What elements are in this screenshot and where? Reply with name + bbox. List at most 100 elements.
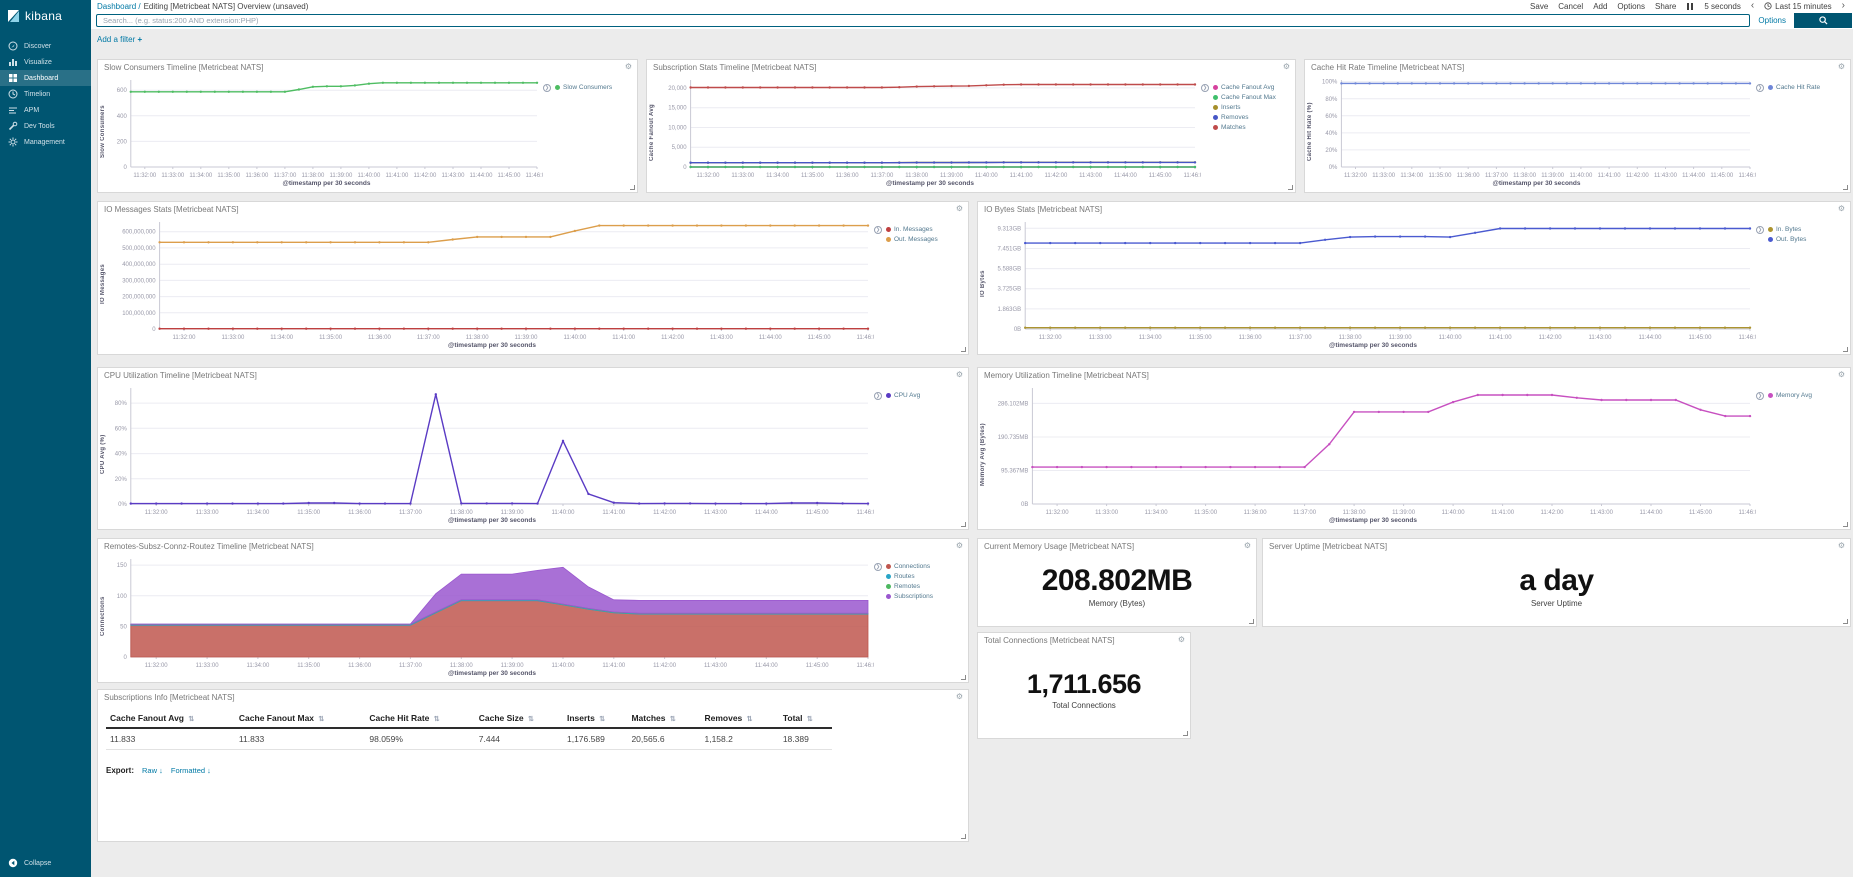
chart-plot-area[interactable]: 0%20%40%60%80%11:32:0011:33:0011:34:0011… (110, 382, 874, 517)
save-button[interactable]: Save (1530, 2, 1548, 11)
sidebar-item-dev-tools[interactable]: Dev Tools (0, 118, 91, 134)
table-column-header[interactable]: Total ⇅ (779, 709, 832, 728)
panel-gear-icon[interactable]: ⚙ (1178, 636, 1185, 644)
sidebar-item-apm[interactable]: APM (0, 102, 91, 118)
panel-gear-icon[interactable]: ⚙ (956, 542, 963, 550)
search-input[interactable] (96, 14, 1750, 27)
sidebar-collapse-button[interactable]: Collapse (0, 855, 91, 871)
panel-gear-icon[interactable]: ⚙ (1838, 63, 1845, 71)
kibana-logo[interactable]: kibana (0, 0, 91, 32)
legend-item[interactable]: Matches (1213, 124, 1276, 131)
sidebar-item-discover[interactable]: Discover (0, 38, 91, 54)
legend-toggle-icon[interactable]: ❯ (874, 226, 882, 234)
sidebar-item-timelion[interactable]: Timelion (0, 86, 91, 102)
legend-toggle-icon[interactable]: ❯ (543, 84, 551, 92)
legend-item[interactable]: Connections (886, 563, 933, 570)
chart-plot-area[interactable]: 0100,000,000200,000,000300,000,000400,00… (110, 216, 874, 342)
table-column-header[interactable]: Removes ⇅ (700, 709, 778, 728)
svg-text:11:42:00: 11:42:00 (1539, 335, 1563, 341)
legend-toggle-icon[interactable]: ❯ (874, 392, 882, 400)
panel-gear-icon[interactable]: ⚙ (1283, 63, 1290, 71)
chart-plot-area[interactable]: 020040060011:32:0011:33:0011:34:0011:35:… (110, 74, 543, 180)
legend-toggle-icon[interactable]: ❯ (1756, 226, 1764, 234)
legend-item[interactable]: Routes (886, 573, 933, 580)
legend-item[interactable]: Remotes (886, 583, 933, 590)
add-filter-button[interactable]: Add a filter + (97, 35, 142, 44)
legend-item[interactable]: Memory Avg (1768, 392, 1812, 399)
panel-gear-icon[interactable]: ⚙ (956, 693, 963, 701)
share-button[interactable]: Share (1655, 2, 1676, 11)
resize-handle[interactable] (961, 522, 966, 527)
legend-item[interactable]: In. Messages (886, 226, 938, 233)
options-button[interactable]: Options (1617, 2, 1645, 11)
panel-gear-icon[interactable]: ⚙ (1838, 371, 1845, 379)
panel-gear-icon[interactable]: ⚙ (1838, 542, 1845, 550)
resize-handle[interactable] (961, 347, 966, 352)
legend-toggle-icon[interactable]: ❯ (874, 563, 882, 571)
legend-label: Subscriptions (894, 593, 933, 600)
breadcrumb-dashboard-link[interactable]: Dashboard / (97, 2, 141, 11)
chart-plot-area[interactable]: 05010015011:32:0011:33:0011:34:0011:35:0… (110, 553, 874, 670)
pause-refresh-icon[interactable] (1686, 3, 1694, 10)
chart-plot-area[interactable]: 0%20%40%60%80%100%11:32:0011:33:0011:34:… (1317, 74, 1756, 180)
chart-plot-area[interactable]: 0B95.367MB190.735MB286.102MB11:32:0011:3… (990, 382, 1756, 517)
resize-handle[interactable] (1249, 619, 1254, 624)
svg-text:11:45:00: 11:45:00 (808, 335, 832, 341)
resize-handle[interactable] (1183, 731, 1188, 736)
panel-gear-icon[interactable]: ⚙ (956, 205, 963, 213)
table-column-header[interactable]: Cache Fanout Max ⇅ (235, 709, 365, 728)
legend-toggle-icon[interactable]: ❯ (1756, 84, 1764, 92)
panel-gear-icon[interactable]: ⚙ (1244, 542, 1251, 550)
legend-item[interactable]: Cache Fanout Max (1213, 94, 1276, 101)
dashboard-grid: Slow Consumers Timeline [Metricbeat NATS… (91, 49, 1853, 877)
export-raw-link[interactable]: Raw ↓ (142, 766, 163, 775)
panel-title: Subscriptions Info [Metricbeat NATS] (104, 693, 235, 702)
sidebar-item-dashboard[interactable]: Dashboard (0, 70, 91, 86)
chart-plot-area[interactable]: 0B1.863GB3.725GB5.588GB7.451GB9.313GB11:… (990, 216, 1756, 342)
search-button[interactable] (1794, 13, 1852, 28)
svg-text:11:32:00: 11:32:00 (173, 335, 197, 341)
legend-toggle-icon[interactable]: ❯ (1201, 84, 1209, 92)
legend-item[interactable]: Removes (1213, 114, 1276, 121)
time-range-picker[interactable]: Last 15 minutes (1764, 2, 1831, 11)
legend-toggle-icon[interactable]: ❯ (1756, 392, 1764, 400)
memory-usage-value: 208.802MB (1042, 564, 1193, 598)
legend-item[interactable]: Cache Hit Rate (1768, 84, 1820, 91)
add-button[interactable]: Add (1593, 2, 1607, 11)
legend-item[interactable]: CPU Avg (886, 392, 920, 399)
table-column-header[interactable]: Matches ⇅ (627, 709, 700, 728)
resize-handle[interactable] (1288, 185, 1293, 190)
sidebar-item-visualize[interactable]: Visualize (0, 54, 91, 70)
resize-handle[interactable] (961, 675, 966, 680)
resize-handle[interactable] (1843, 347, 1848, 352)
legend-color-dot (1213, 95, 1218, 100)
resize-handle[interactable] (1843, 619, 1848, 624)
export-formatted-link[interactable]: Formatted ↓ (171, 766, 211, 775)
table-column-header[interactable]: Cache Hit Rate ⇅ (365, 709, 474, 728)
legend-item[interactable]: Out. Messages (886, 236, 938, 243)
panel-slow-consumers-timeline: Slow Consumers Timeline [Metricbeat NATS… (97, 59, 638, 193)
legend-item[interactable]: Subscriptions (886, 593, 933, 600)
panel-gear-icon[interactable]: ⚙ (625, 63, 632, 71)
cancel-button[interactable]: Cancel (1558, 2, 1583, 11)
panel-gear-icon[interactable]: ⚙ (956, 371, 963, 379)
table-column-header[interactable]: Cache Fanout Avg ⇅ (106, 709, 235, 728)
table-column-header[interactable]: Cache Size ⇅ (475, 709, 563, 728)
sidebar-item-management[interactable]: Management (0, 134, 91, 150)
resize-handle[interactable] (1843, 185, 1848, 190)
legend-item[interactable]: Out. Bytes (1768, 236, 1806, 243)
resize-handle[interactable] (1843, 522, 1848, 527)
refresh-interval[interactable]: 5 seconds (1704, 2, 1740, 11)
time-forward-icon[interactable]: › (1842, 2, 1845, 10)
panel-gear-icon[interactable]: ⚙ (1838, 205, 1845, 213)
legend-item[interactable]: In. Bytes (1768, 226, 1806, 233)
chart-plot-area[interactable]: 05,00010,00015,00020,00011:32:0011:33:00… (659, 74, 1201, 180)
query-options-link[interactable]: Options (1758, 16, 1786, 25)
legend-item[interactable]: Inserts (1213, 104, 1276, 111)
resize-handle[interactable] (961, 834, 966, 839)
resize-handle[interactable] (630, 185, 635, 190)
table-column-header[interactable]: Inserts ⇅ (563, 709, 627, 728)
legend-item[interactable]: Cache Fanout Avg (1213, 84, 1276, 91)
time-back-icon[interactable]: ‹ (1751, 2, 1754, 10)
legend-item[interactable]: Slow Consumers (555, 84, 612, 91)
